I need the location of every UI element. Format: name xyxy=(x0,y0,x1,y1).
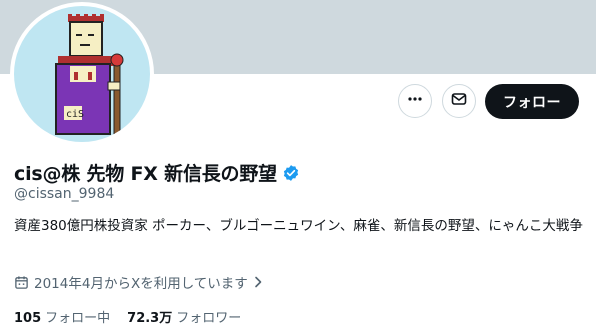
following-link[interactable]: 105 フォロー中 xyxy=(14,307,110,326)
avatar[interactable]: ciS xyxy=(14,6,150,142)
followers-label: フォロワー xyxy=(176,311,242,326)
follow-button[interactable]: フォロー xyxy=(485,84,579,119)
avatar-pixel-art: ciS xyxy=(55,14,124,139)
followers-count: 72.3万 xyxy=(127,311,173,326)
followers-link[interactable]: 72.3万 フォロワー xyxy=(127,307,241,326)
more-icon xyxy=(407,91,423,111)
message-button[interactable] xyxy=(442,84,476,118)
following-count: 105 xyxy=(14,311,42,326)
profile-bio: 資産380億円株投資家 ポーカー、ブルゴーニュワイン、麻雀、新信長の野望、にゃん… xyxy=(14,218,583,234)
mail-icon xyxy=(451,91,467,111)
joined-text: 2014年4月からXを利用しています xyxy=(34,276,248,292)
more-button[interactable] xyxy=(398,84,432,118)
follow-button-label: フォロー xyxy=(503,94,561,111)
avatar-label: ciS xyxy=(66,109,84,120)
verified-badge-icon[interactable] xyxy=(282,164,300,182)
joined-info[interactable]: 2014年4月からXを利用しています xyxy=(14,272,263,292)
following-label: フォロー中 xyxy=(45,311,111,326)
display-name: cis@株 先物 FX 新信長の野望 xyxy=(14,163,277,185)
calendar-icon xyxy=(14,275,29,290)
profile-stats: 105 フォロー中 72.3万 フォロワー xyxy=(14,307,258,326)
avatar-frame[interactable]: ciS xyxy=(10,2,154,146)
chevron-right-icon xyxy=(253,276,263,288)
profile-name-row: cis@株 先物 FX 新信長の野望 xyxy=(14,159,300,186)
profile-handle: @cissan_9984 xyxy=(14,186,115,202)
